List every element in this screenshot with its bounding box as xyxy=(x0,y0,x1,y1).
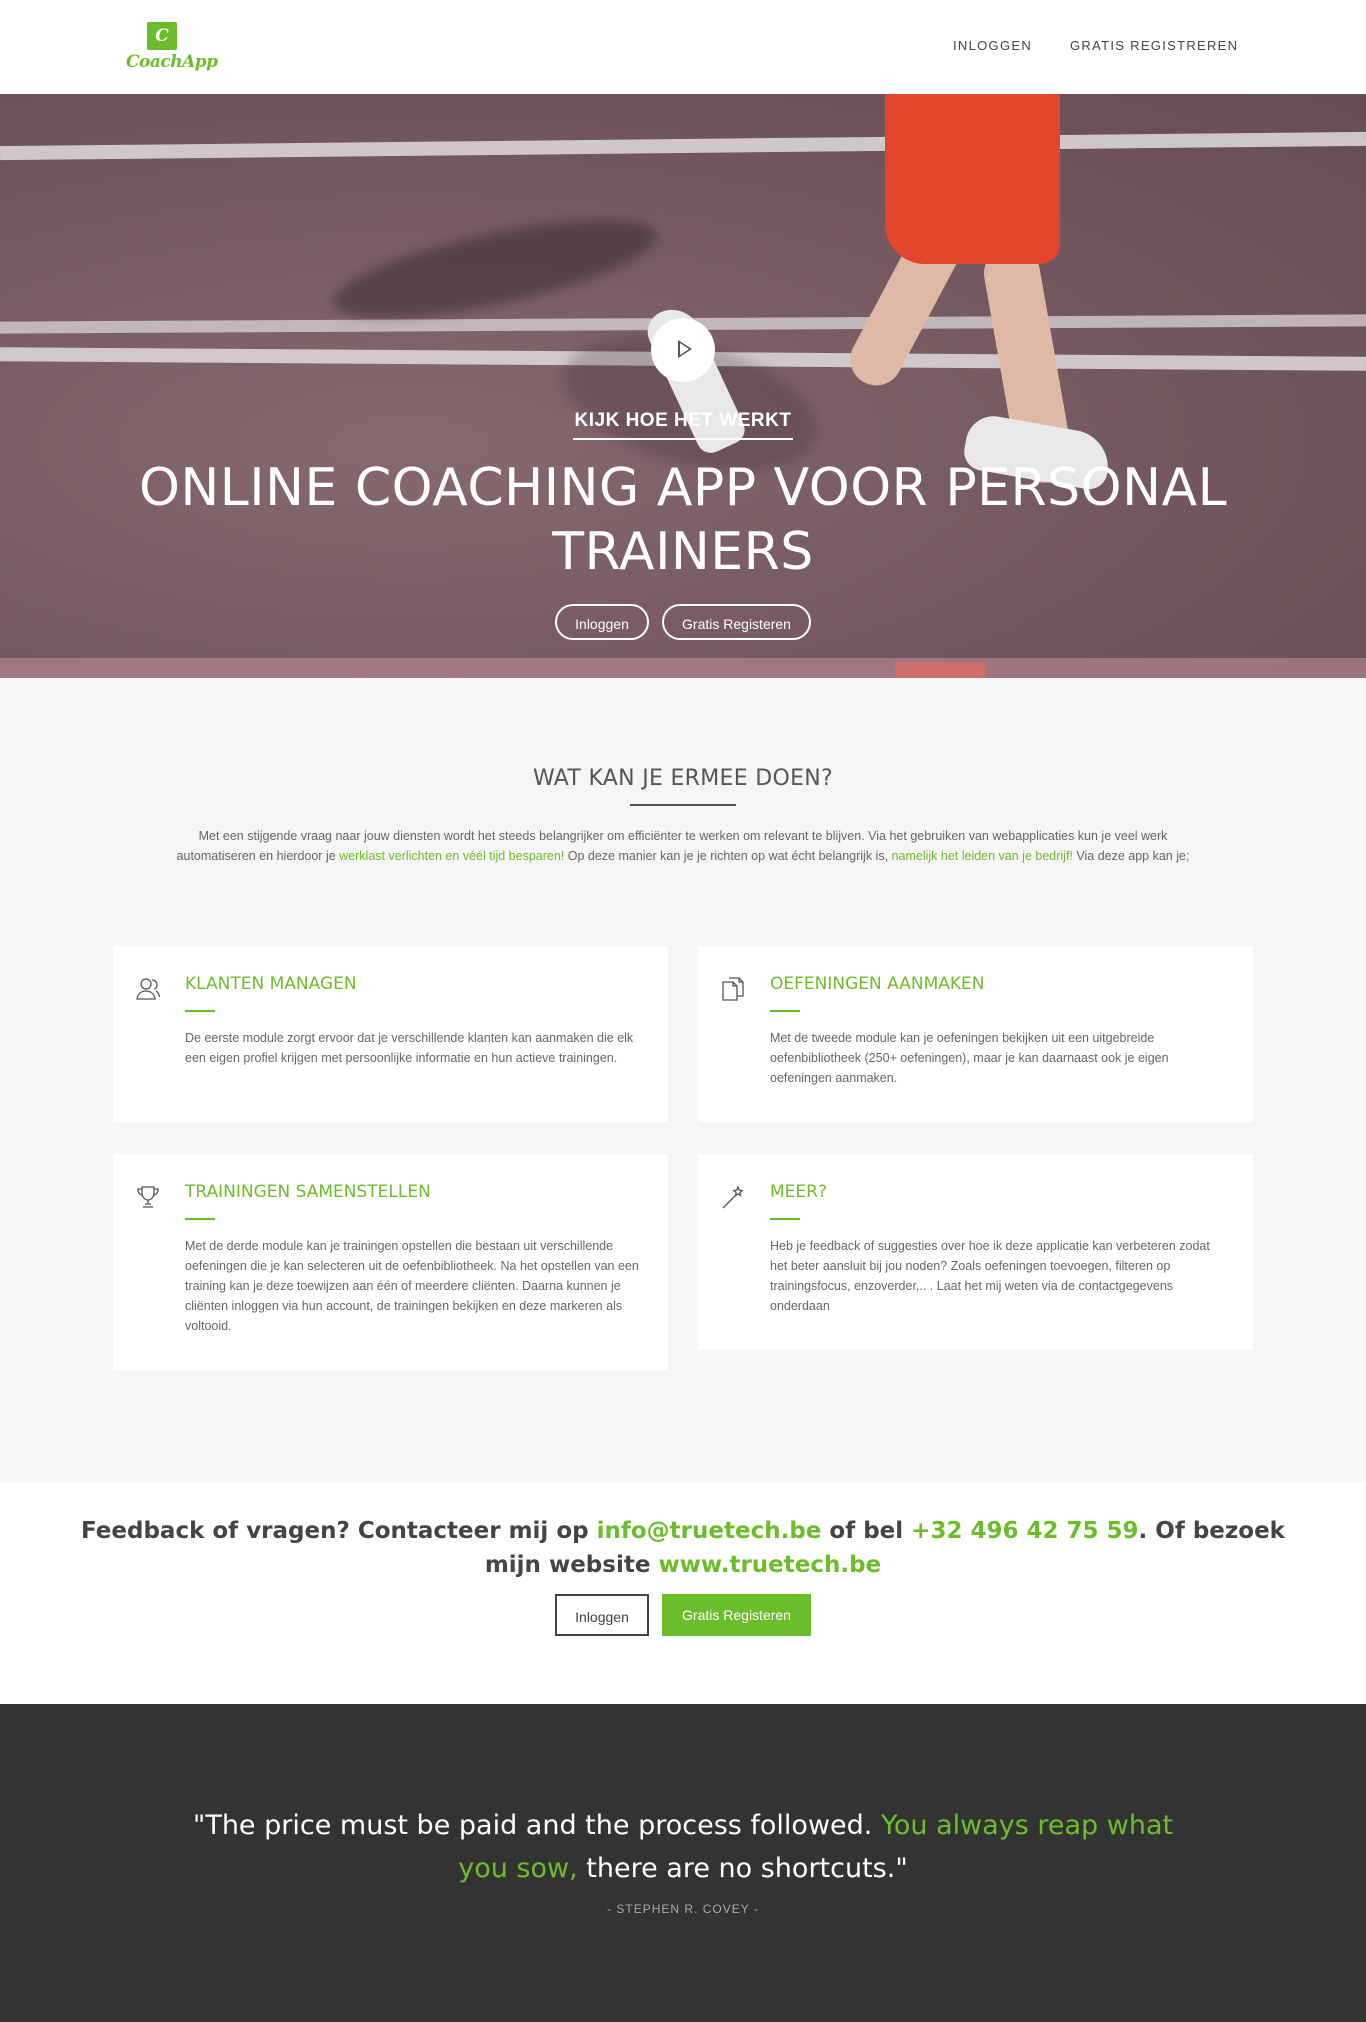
quote-mark: " xyxy=(895,1853,908,1884)
nav-register-link[interactable]: GRATIS REGISTREREN xyxy=(1070,38,1238,53)
feature-card-oefeningen: OEFENINGEN AANMAKEN Met de tweede module… xyxy=(698,946,1253,1122)
trophy-icon xyxy=(137,1186,159,1208)
user-icon xyxy=(136,978,161,1000)
feature-card-klanten: KLANTEN MANAGEN De eerste module zorgt e… xyxy=(113,946,668,1122)
feature-title-underline xyxy=(185,1218,215,1220)
feature-card-trainingen: TRAININGEN SAMENSTELLEN Met de derde mod… xyxy=(113,1154,668,1370)
logo-text: CoachApp xyxy=(126,52,218,72)
quote-part: The price must be paid and the process f… xyxy=(205,1810,881,1841)
feature-title-underline xyxy=(770,1010,800,1012)
contact-login-button[interactable]: Inloggen xyxy=(555,1594,649,1636)
features-title-underline xyxy=(630,804,736,806)
contact-register-button[interactable]: Gratis Registeren xyxy=(662,1594,811,1636)
feature-title: MEER? xyxy=(770,1182,827,1202)
intro-text: Via deze app kan je; xyxy=(1072,849,1190,863)
hero-title: ONLINE COACHING APP VOOR PERSONAL TRAINE… xyxy=(138,458,1228,582)
play-video-button[interactable] xyxy=(651,318,715,382)
magic-wand-icon xyxy=(722,1185,744,1209)
contact-email-link[interactable]: info@truetech.be xyxy=(597,1518,822,1544)
nav-login-link[interactable]: INLOGGEN xyxy=(953,38,1032,53)
how-it-works-underline xyxy=(573,438,793,440)
contact-website-link[interactable]: www.truetech.be xyxy=(658,1552,881,1578)
quote-part: there are no shortcuts. xyxy=(577,1853,896,1884)
hero-register-button[interactable]: Gratis Registeren xyxy=(662,604,811,640)
feature-description: De eerste module zorgt ervoor dat je ver… xyxy=(185,1031,634,1065)
contact-section: Feedback of vragen? Contacteer mij op in… xyxy=(0,1482,1366,1704)
hero-banner: KIJK HOE HET WERKT ONLINE COACHING APP V… xyxy=(0,94,1366,678)
quote-section: "The price must be paid and the process … xyxy=(0,1704,1366,2022)
contact-text-part: of bel xyxy=(821,1518,912,1544)
feature-title: TRAININGEN SAMENSTELLEN xyxy=(185,1182,431,1202)
contact-text-part: Feedback of vragen? Contacteer mij op xyxy=(81,1518,597,1544)
features-intro: Met een stijgende vraag naar jouw dienst… xyxy=(174,826,1192,866)
documents-icon xyxy=(722,977,744,1001)
quote-text: "The price must be paid and the process … xyxy=(190,1804,1176,1890)
feature-title: KLANTEN MANAGEN xyxy=(185,974,357,994)
feature-description: Heb je feedback of suggesties over hoe i… xyxy=(770,1239,1210,1313)
intro-highlight-workload: werklast verlichten en véél tijd bespare… xyxy=(339,849,565,863)
intro-text: Op deze manier kan je je richten op wat … xyxy=(564,849,892,863)
play-icon xyxy=(678,340,692,358)
contact-phone-link[interactable]: +32 496 42 75 59 xyxy=(911,1518,1138,1544)
features-section: WAT KAN JE ERMEE DOEN? Met een stijgende… xyxy=(0,678,1366,1482)
feature-title-underline xyxy=(770,1218,800,1220)
quote-mark: " xyxy=(192,1810,206,1841)
contact-text: Feedback of vragen? Contacteer mij op in… xyxy=(60,1514,1306,1582)
feature-card-meer: MEER? Heb je feedback of suggesties over… xyxy=(698,1154,1253,1350)
top-navbar: C CoachApp INLOGGEN GRATIS REGISTREREN xyxy=(0,0,1366,94)
feature-title-underline xyxy=(185,1010,215,1012)
quote-author: - STEPHEN R. COVEY - xyxy=(607,1902,759,1916)
logo-icon: C xyxy=(147,22,177,50)
intro-highlight-business: namelijk het leiden van je bedrijf! xyxy=(891,849,1073,863)
features-title: WAT KAN JE ERMEE DOEN? xyxy=(532,766,834,791)
feature-description: Met de tweede module kan je oefeningen b… xyxy=(770,1031,1169,1085)
feature-title: OEFENINGEN AANMAKEN xyxy=(770,974,985,994)
feature-description: Met de derde module kan je trainingen op… xyxy=(185,1239,639,1333)
coachapp-logo[interactable]: C CoachApp xyxy=(124,20,218,76)
hero-login-button[interactable]: Inloggen xyxy=(555,604,649,640)
how-it-works-link[interactable]: KIJK HOE HET WERKT xyxy=(0,410,1366,432)
